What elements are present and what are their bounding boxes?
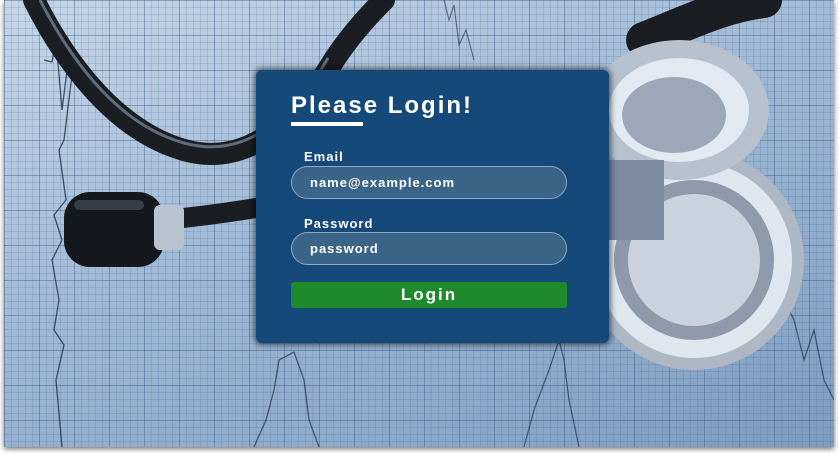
ecg-trace-bottom	[253, 351, 320, 447]
email-field[interactable]: name@example.com	[291, 166, 567, 199]
password-field[interactable]: password	[291, 232, 567, 265]
ecg-trace-right	[523, 337, 580, 447]
title-underline	[291, 122, 363, 126]
ecg-trace-far-right	[783, 299, 834, 401]
password-label: Password	[304, 216, 374, 231]
stethoscope-tube-right	[626, 0, 782, 58]
ecg-trace-top	[443, 0, 475, 61]
email-label: Email	[304, 149, 344, 164]
login-button[interactable]: Login	[291, 282, 567, 308]
login-panel: Please Login! Email name@example.com Pas…	[256, 70, 609, 343]
login-title: Please Login!	[291, 92, 474, 119]
